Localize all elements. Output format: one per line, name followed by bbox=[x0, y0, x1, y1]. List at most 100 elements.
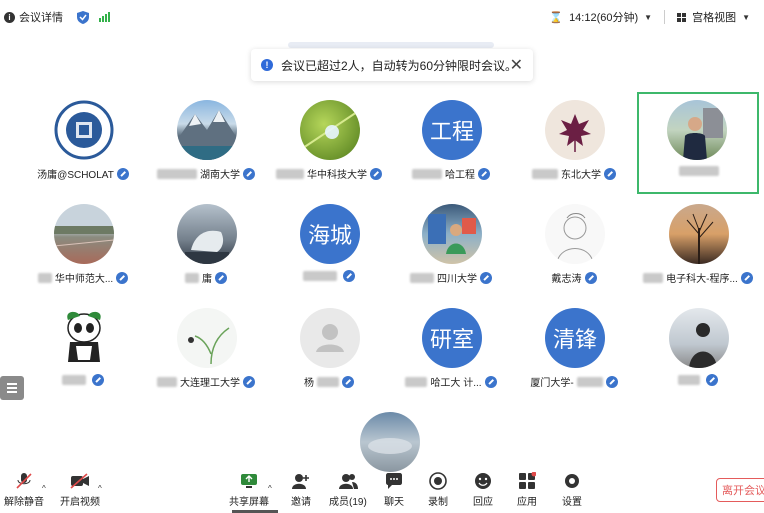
participant-tile[interactable]: 湖南大学 bbox=[145, 92, 267, 194]
participant-name: 东北大学 bbox=[561, 170, 601, 181]
participant-tile[interactable]: 杨 bbox=[268, 300, 390, 402]
blurred-text bbox=[317, 376, 339, 387]
participant-name: 哈工大 计... bbox=[430, 378, 482, 389]
tree-photo-icon bbox=[686, 213, 714, 264]
participant-tile[interactable]: 电子科大-程序... bbox=[637, 196, 759, 298]
participant-tile[interactable]: 庸 bbox=[145, 196, 267, 298]
blurred-text bbox=[412, 168, 442, 179]
participant-tile[interactable] bbox=[22, 300, 144, 402]
add-user-icon bbox=[290, 472, 312, 490]
mic-muted-icon bbox=[116, 167, 129, 180]
top-bar: i 会议详情 ⌛ 14:12(60分钟) ▼ 宫格视图 ▼ bbox=[0, 0, 764, 34]
participant-tile[interactable] bbox=[637, 300, 759, 402]
camera-off-icon bbox=[69, 472, 91, 490]
shield-icon[interactable] bbox=[77, 10, 89, 24]
close-icon[interactable]: ✕ bbox=[510, 55, 523, 75]
leave-meeting-button[interactable]: 离开会议 bbox=[716, 478, 764, 502]
participant-tile[interactable]: 大连理工大学 bbox=[145, 300, 267, 402]
blurred-text bbox=[532, 168, 558, 179]
mic-muted-icon bbox=[706, 374, 718, 386]
participant-name: 湖南大学 bbox=[200, 170, 240, 181]
meeting-details-button[interactable]: i 会议详情 bbox=[0, 9, 63, 25]
blurred-text bbox=[410, 272, 434, 283]
invite-button[interactable]: 邀请 bbox=[290, 472, 312, 508]
side-panel-handle[interactable] bbox=[0, 376, 24, 400]
info-icon: i bbox=[4, 11, 15, 23]
sky-photo-icon bbox=[368, 438, 412, 454]
statue-photo-icon bbox=[185, 230, 229, 264]
chevron-down-icon[interactable]: ▼ bbox=[644, 13, 652, 22]
signal-icon[interactable] bbox=[99, 12, 110, 22]
participant-tile[interactable]: 东北大学 bbox=[513, 92, 635, 194]
avatar: 工程 bbox=[422, 100, 482, 160]
maple-leaf-icon bbox=[559, 114, 591, 152]
chevron-down-icon[interactable]: ▼ bbox=[742, 13, 750, 22]
reaction-button[interactable]: 回应 bbox=[472, 472, 494, 508]
field-photo-icon bbox=[54, 226, 114, 247]
avatar bbox=[669, 204, 729, 264]
blurred-text bbox=[62, 375, 86, 385]
panda-mascot-icon bbox=[67, 311, 101, 362]
toast-shadow bbox=[288, 42, 494, 48]
participant-tile[interactable]: 汤庸@SCHOLAT bbox=[22, 92, 144, 194]
chat-button[interactable]: 聊天 bbox=[383, 472, 405, 508]
chat-icon bbox=[383, 472, 405, 490]
participant-tile[interactable]: 戴志涛 bbox=[513, 196, 635, 298]
mic-muted-icon bbox=[116, 271, 129, 284]
blurred-text bbox=[678, 166, 719, 176]
mic-muted-icon bbox=[480, 271, 492, 284]
desk-photo-icon bbox=[428, 214, 476, 254]
invite-label: 邀请 bbox=[291, 497, 311, 508]
participant-tile[interactable]: 研室 哈工大 计... bbox=[390, 300, 512, 402]
participant-tile[interactable]: 华中科技大学 bbox=[268, 92, 390, 194]
participant-name: 杨 bbox=[304, 378, 314, 389]
record-button[interactable]: 录制 bbox=[427, 472, 449, 508]
start-video-label: 开启视频 bbox=[60, 497, 100, 508]
avatar bbox=[54, 100, 114, 160]
chevron-up-icon[interactable]: ^ bbox=[42, 484, 46, 493]
avatar bbox=[422, 204, 482, 264]
scholat-logo-icon bbox=[54, 100, 114, 160]
meeting-timer[interactable]: 14:12(60分钟) bbox=[569, 9, 638, 25]
view-mode-button[interactable]: 宫格视图 bbox=[692, 9, 736, 25]
mic-muted-icon bbox=[215, 271, 227, 284]
chevron-up-icon[interactable]: ^ bbox=[268, 484, 272, 493]
settings-button[interactable]: 设置 bbox=[561, 472, 583, 508]
mic-muted-icon bbox=[243, 167, 255, 180]
participant-tile-speaking[interactable] bbox=[637, 92, 759, 194]
default-user-icon bbox=[316, 324, 344, 352]
blurred-text bbox=[303, 271, 337, 281]
avatar bbox=[300, 308, 360, 368]
blurred-text bbox=[185, 272, 199, 283]
participant-tile[interactable]: 清锋 厦门大学- bbox=[513, 300, 635, 402]
avatar bbox=[667, 100, 727, 160]
chevron-up-icon[interactable]: ^ bbox=[98, 484, 102, 493]
person-photo-icon bbox=[689, 323, 717, 368]
blurred-text bbox=[576, 376, 603, 387]
participant-tile[interactable]: 四川大学 bbox=[390, 196, 512, 298]
participant-tile[interactable] bbox=[328, 404, 450, 472]
participant-name: 戴志涛 bbox=[551, 274, 582, 285]
unmute-button[interactable]: 解除静音 bbox=[4, 472, 44, 508]
avatar bbox=[177, 100, 237, 160]
gear-icon bbox=[561, 472, 583, 490]
avatar bbox=[177, 204, 237, 264]
start-video-button[interactable]: 开启视频 bbox=[60, 472, 100, 508]
mic-muted-icon bbox=[370, 167, 382, 180]
sketch-portrait-icon bbox=[556, 213, 594, 263]
participant-tile[interactable]: 华中师范大... bbox=[22, 196, 144, 298]
mic-muted-icon bbox=[484, 375, 497, 388]
participant-tile[interactable]: 工程 哈工程 bbox=[390, 92, 512, 194]
blurred-text bbox=[276, 168, 304, 179]
participant-tile[interactable]: 海城 bbox=[268, 196, 390, 298]
chat-label: 聊天 bbox=[384, 497, 404, 508]
participant-name: 厦门大学- bbox=[530, 378, 574, 389]
share-screen-button[interactable]: 共享屏幕 bbox=[229, 472, 269, 508]
toast-message: 会议已超过2人，自动转为60分钟限时会议。 bbox=[281, 58, 518, 73]
mic-muted-icon bbox=[584, 271, 597, 284]
unmute-label: 解除静音 bbox=[4, 497, 44, 508]
avatar: 清锋 bbox=[545, 308, 605, 368]
members-button[interactable]: 成员(19) bbox=[329, 472, 367, 508]
apps-button[interactable]: 应用 bbox=[516, 472, 538, 508]
blurred-text bbox=[157, 168, 197, 179]
